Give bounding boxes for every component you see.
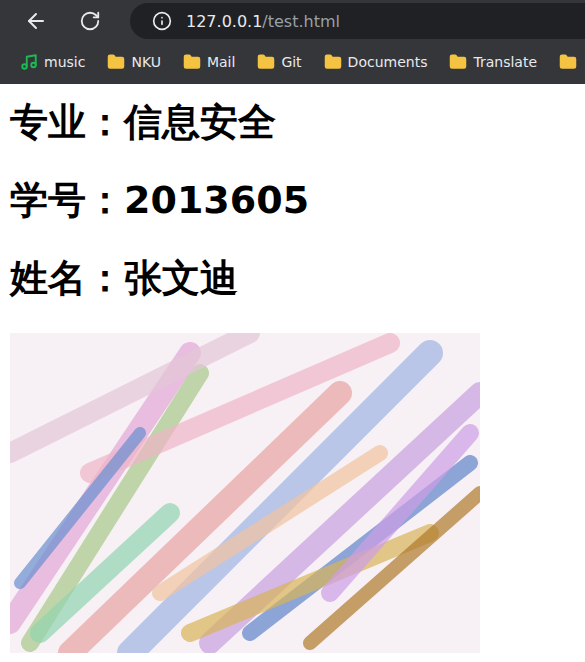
bookmark[interactable]: Mail: [175, 49, 243, 75]
captcha-image: [10, 333, 480, 653]
info-icon: [152, 11, 172, 31]
bookmark[interactable]: Documents: [316, 49, 436, 75]
folder-icon: [183, 53, 201, 71]
bookmark[interactable]: music: [12, 49, 93, 75]
folder-icon: [449, 53, 467, 71]
heading: 专业：信息安全: [10, 99, 276, 145]
music-note-icon: [20, 53, 38, 71]
heading: 学号：2013605: [10, 177, 309, 223]
folder-icon: [107, 53, 125, 71]
folder-icon: [324, 53, 342, 71]
folder-icon: [559, 53, 577, 71]
back-arrow-icon: [24, 9, 48, 33]
bookmark[interactable]: Git: [249, 49, 309, 75]
reload-button[interactable]: [76, 7, 104, 35]
heading: 姓名：张文迪: [10, 255, 238, 301]
browser-chrome: 127.0.0.1/test.html musicNKUMailGit Docume…: [0, 0, 585, 84]
address-bar[interactable]: 127.0.0.1/test.html: [130, 3, 585, 39]
bookmark[interactable]: Translate: [441, 49, 545, 75]
bookmark-overflow[interactable]: [551, 49, 585, 75]
reload-icon: [79, 10, 101, 32]
page: 专业：信息安全学号：2013605 姓名：张文迪: [0, 84, 585, 653]
bookmark[interactable]: NKU: [99, 49, 169, 75]
back-button[interactable]: [22, 7, 50, 35]
folder-icon: [257, 53, 275, 71]
bookmarks-bar: musicNKUMailGit DocumentsTranslate: [0, 42, 585, 82]
nav-row: 127.0.0.1/test.html: [0, 0, 585, 42]
url: 127.0.0.1/test.html: [186, 12, 340, 31]
